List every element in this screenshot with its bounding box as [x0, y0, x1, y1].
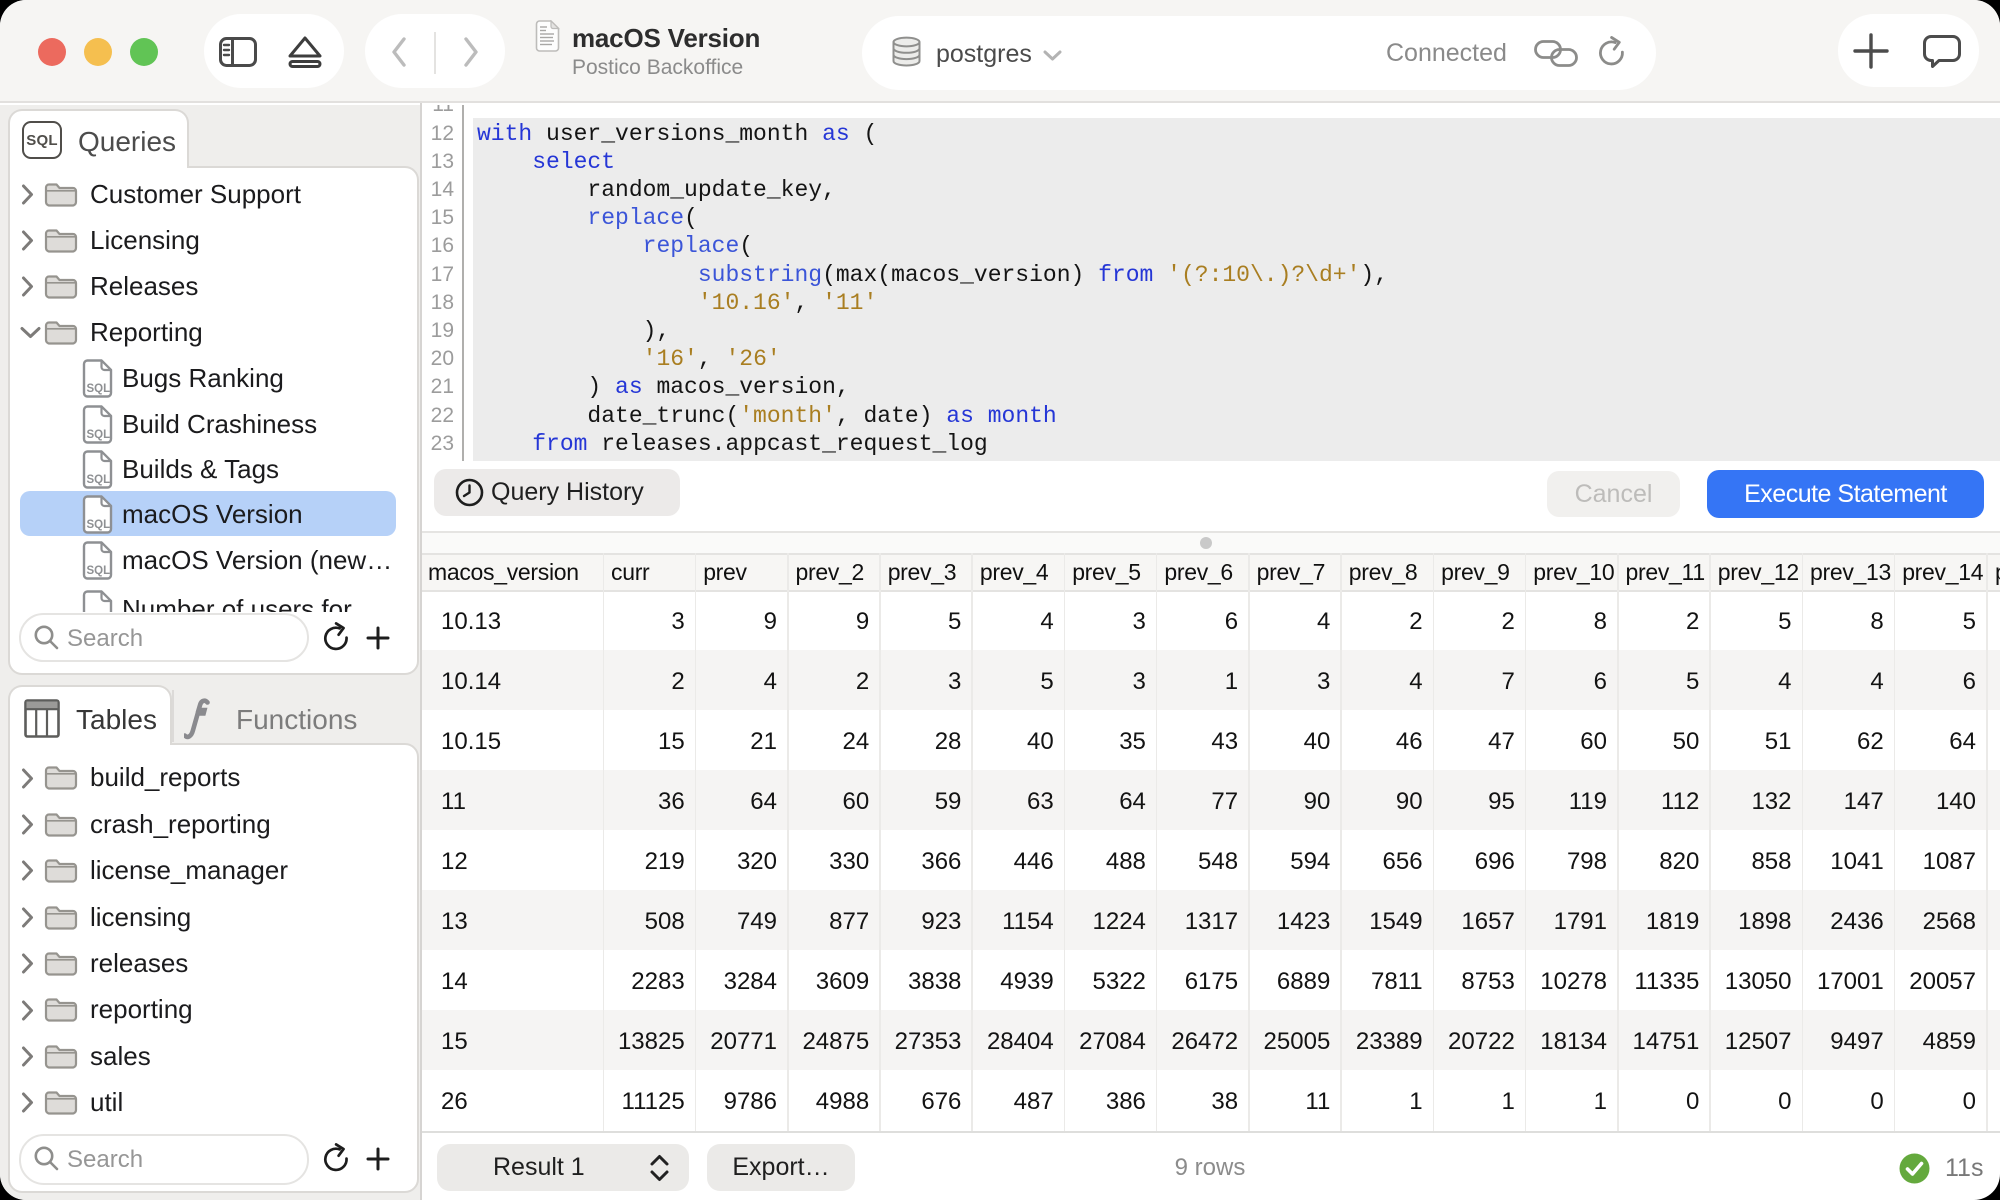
svg-text:SQL: SQL: [87, 429, 111, 441]
svg-text:SQL: SQL: [87, 565, 111, 577]
svg-text:SQL: SQL: [87, 519, 111, 531]
svg-text:SQL: SQL: [87, 383, 111, 395]
svg-text:SQL: SQL: [87, 474, 111, 486]
